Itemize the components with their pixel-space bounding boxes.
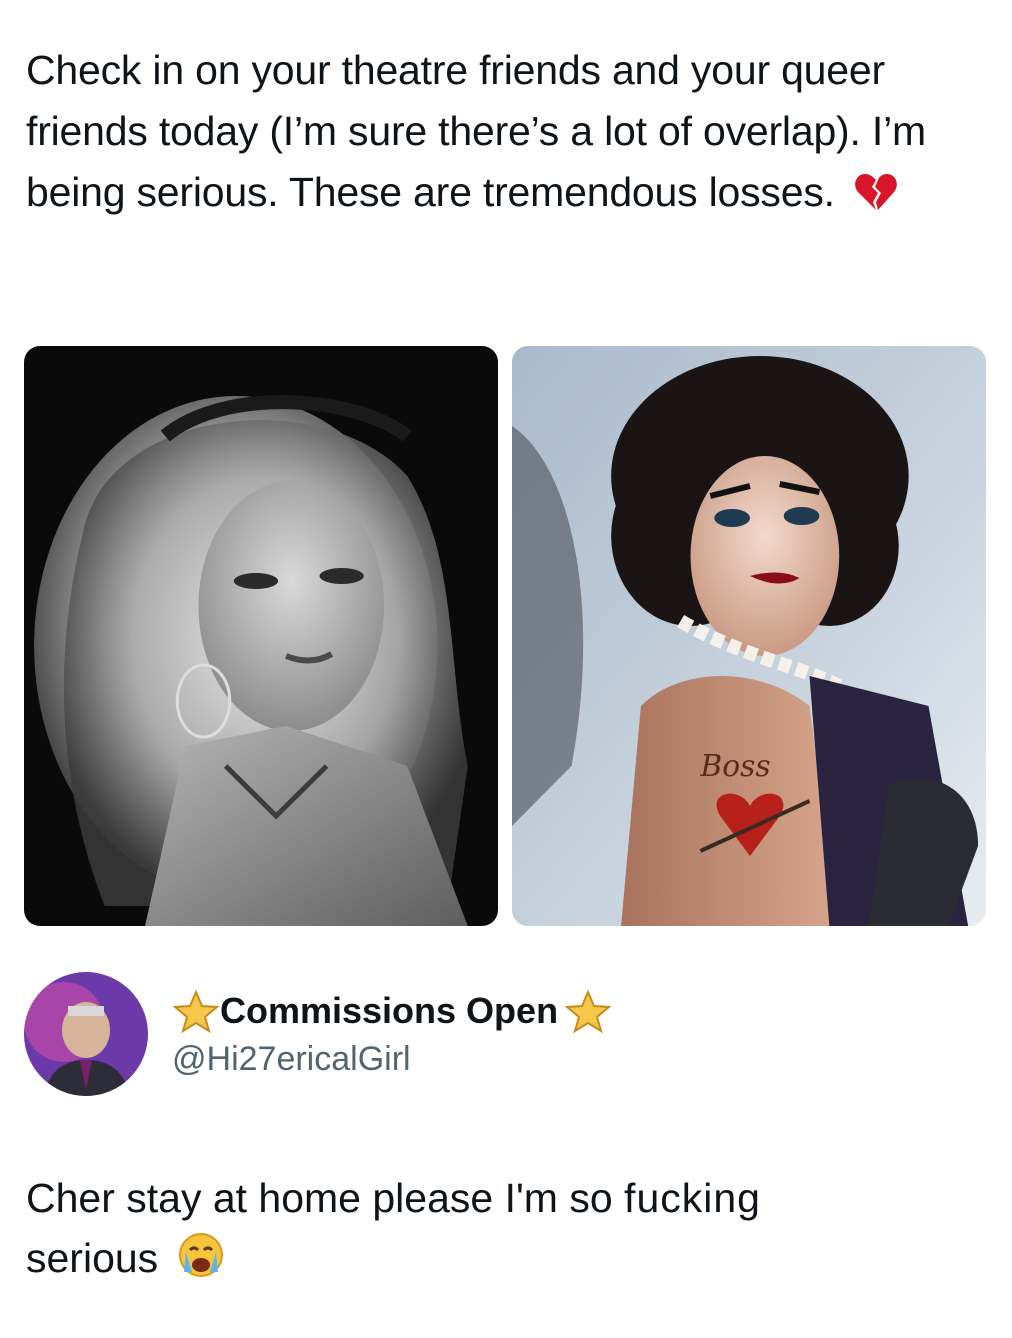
reply-text-part2: serious xyxy=(26,1235,159,1281)
post-text: Check in on your theatre friends and you… xyxy=(26,47,926,215)
star-icon xyxy=(172,989,220,1034)
reply-text-part1: Cher stay at home please I'm so xyxy=(26,1175,625,1221)
display-name-text: Commissions Open xyxy=(220,990,559,1031)
reply-text-glitch-word: fucking xyxy=(624,1175,761,1221)
avatar[interactable] xyxy=(24,972,148,1096)
media-photo-left[interactable] xyxy=(24,346,498,926)
post-text-block: Check in on your theatre friends and you… xyxy=(26,40,956,229)
display-name[interactable]: Commissions Open xyxy=(172,989,612,1034)
author-meta: Commissions Open @Hi27ericalGirl xyxy=(172,989,612,1079)
color-portrait-image: Boss xyxy=(512,346,986,926)
reply-text-block: Cher stay at home please I'm so fucking … xyxy=(26,1168,956,1294)
star-icon xyxy=(564,989,612,1034)
reply-author: Commissions Open @Hi27ericalGirl xyxy=(24,972,612,1096)
media-grid: Boss xyxy=(24,346,986,926)
media-photo-right[interactable]: Boss xyxy=(512,346,986,926)
broken-heart-icon xyxy=(854,168,898,229)
tattoo-text: Boss xyxy=(699,749,770,784)
grayscale-portrait-image xyxy=(24,346,498,926)
user-handle[interactable]: @Hi27ericalGirl xyxy=(172,1039,612,1079)
crying-face-icon xyxy=(178,1232,224,1294)
